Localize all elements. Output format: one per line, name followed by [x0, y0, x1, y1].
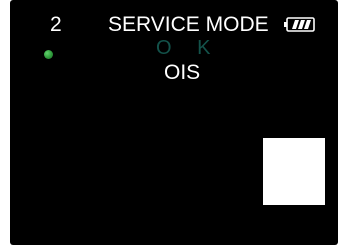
mode-number: 2	[50, 13, 62, 36]
sub-mode-title: OIS	[164, 61, 201, 84]
white-test-patch	[263, 138, 325, 205]
status-text: O K	[156, 37, 221, 59]
mode-title: SERVICE MODE	[108, 13, 269, 36]
battery-icon	[283, 17, 315, 32]
camera-lcd-screen: 2 SERVICE MODE O K OIS	[10, 0, 338, 245]
status-indicator-icon	[44, 50, 53, 59]
